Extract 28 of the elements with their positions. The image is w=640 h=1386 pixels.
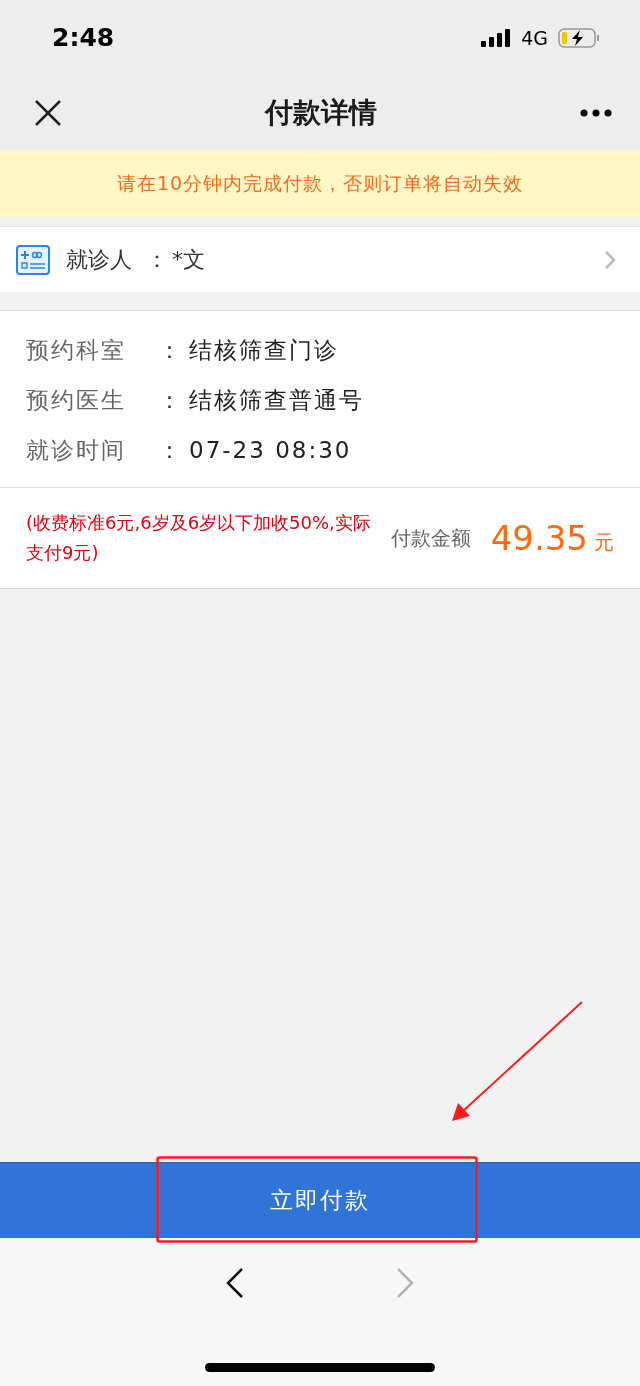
chevron-right-icon	[604, 249, 616, 270]
battery-icon	[558, 27, 600, 48]
separator: ：	[146, 245, 168, 274]
close-icon[interactable]	[34, 98, 62, 127]
fee-note: (收费标准6元,6岁及6岁以下加收50%,实际支付9元)	[26, 511, 372, 565]
more-icon[interactable]	[580, 108, 612, 117]
patient-label: 就诊人	[66, 245, 132, 274]
pay-button[interactable]: 立即付款	[0, 1162, 640, 1238]
patient-card-icon	[16, 244, 50, 275]
amount-label: 付款金额	[390, 524, 471, 552]
separator: ：	[158, 385, 183, 415]
payment-notice: 请在10分钟内完成付款，否则订单将自动失效	[0, 150, 640, 217]
page-title: 付款详情	[263, 94, 378, 131]
detail-label: 预约科室	[26, 335, 127, 365]
currency-unit: 元	[594, 529, 614, 556]
amount-value: 49.35	[490, 518, 588, 558]
status-time: 2:48	[52, 23, 116, 52]
patient-row[interactable]: 就诊人 ： *文	[0, 226, 640, 292]
patient-name: *文	[172, 245, 206, 274]
detail-label: 就诊时间	[26, 435, 127, 465]
network-label: 4G	[521, 26, 548, 49]
separator: ：	[158, 335, 183, 365]
detail-label: 预约医生	[26, 385, 127, 415]
separator: ：	[158, 435, 183, 465]
detail-value: 07-23 08:30	[189, 437, 352, 463]
detail-value: 结核筛查门诊	[189, 335, 339, 365]
detail-value: 结核筛查普通号	[189, 385, 364, 415]
signal-icon	[481, 28, 512, 47]
